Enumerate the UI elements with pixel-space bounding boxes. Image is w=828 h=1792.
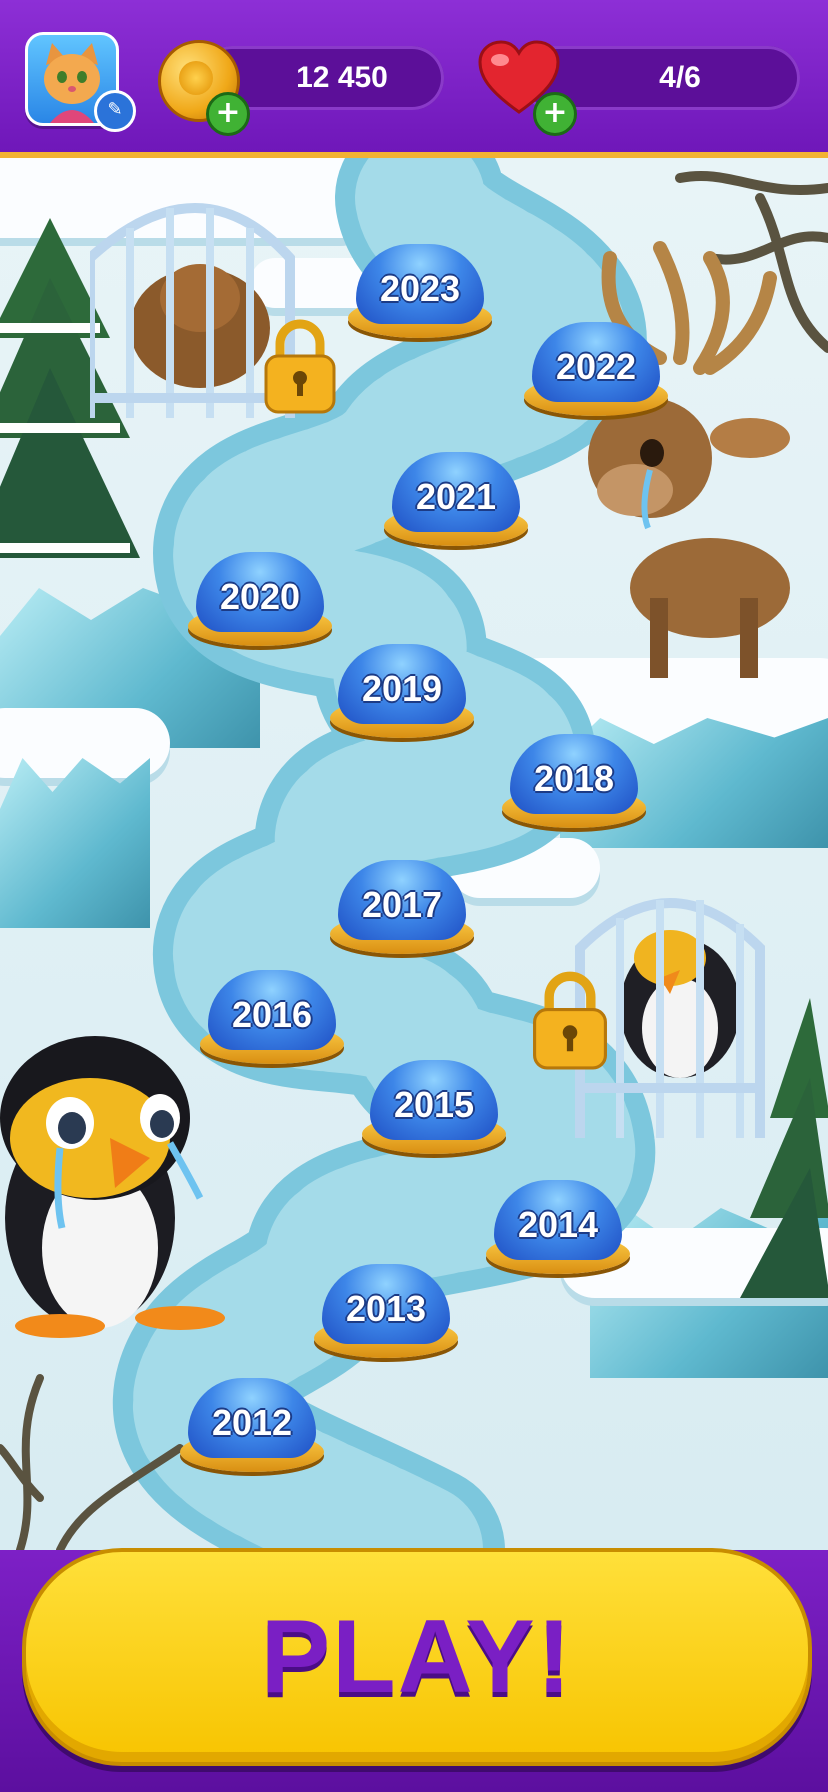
level-label: 2012 [211,1402,293,1443]
level-label: 2016 [231,994,313,1035]
level-button-2019[interactable]: 2019 [330,642,474,738]
level-label: 2014 [517,1204,599,1245]
play-button[interactable]: PLAY! [22,1548,812,1766]
level-label: 2018 [533,758,615,799]
level-button-2017[interactable]: 2017 [330,858,474,954]
padlock-icon[interactable] [262,318,338,414]
level-label: 2022 [555,346,637,387]
add-coins-button[interactable]: + [206,92,250,136]
level-button-2021[interactable]: 2021 [384,450,528,546]
level-label: 2020 [219,576,301,617]
level-button-2015[interactable]: 2015 [362,1058,506,1154]
level-button-2014[interactable]: 2014 [486,1178,630,1274]
bare-tree [0,1374,184,1550]
level-label: 2015 [393,1084,475,1125]
level-button-2012[interactable]: 2012 [180,1376,324,1472]
level-button-2022[interactable]: 2022 [524,320,668,416]
padlock-icon[interactable] [530,970,610,1070]
level-label: 2021 [415,476,497,517]
level-button-2013[interactable]: 2013 [314,1262,458,1358]
level-label: 2023 [379,268,461,309]
top-bar: ✎ 12 450 + 4/6 + [0,0,828,158]
add-lives-button[interactable]: + [533,92,577,136]
level-map: 2023 2022 2021 2020 2019 2018 2017 2016 … [0,158,828,1550]
crying-penguin [0,1036,225,1338]
level-label: 2017 [361,884,443,925]
level-button-2016[interactable]: 2016 [200,968,344,1064]
level-label: 2019 [361,668,443,709]
crying-reindeer [588,241,790,678]
edit-profile-icon[interactable]: ✎ [94,90,136,132]
level-button-2020[interactable]: 2020 [188,550,332,646]
level-button-2023[interactable]: 2023 [348,242,492,338]
play-button-label: PLAY! [260,1599,574,1715]
level-button-2018[interactable]: 2018 [502,732,646,828]
level-label: 2013 [345,1288,427,1329]
